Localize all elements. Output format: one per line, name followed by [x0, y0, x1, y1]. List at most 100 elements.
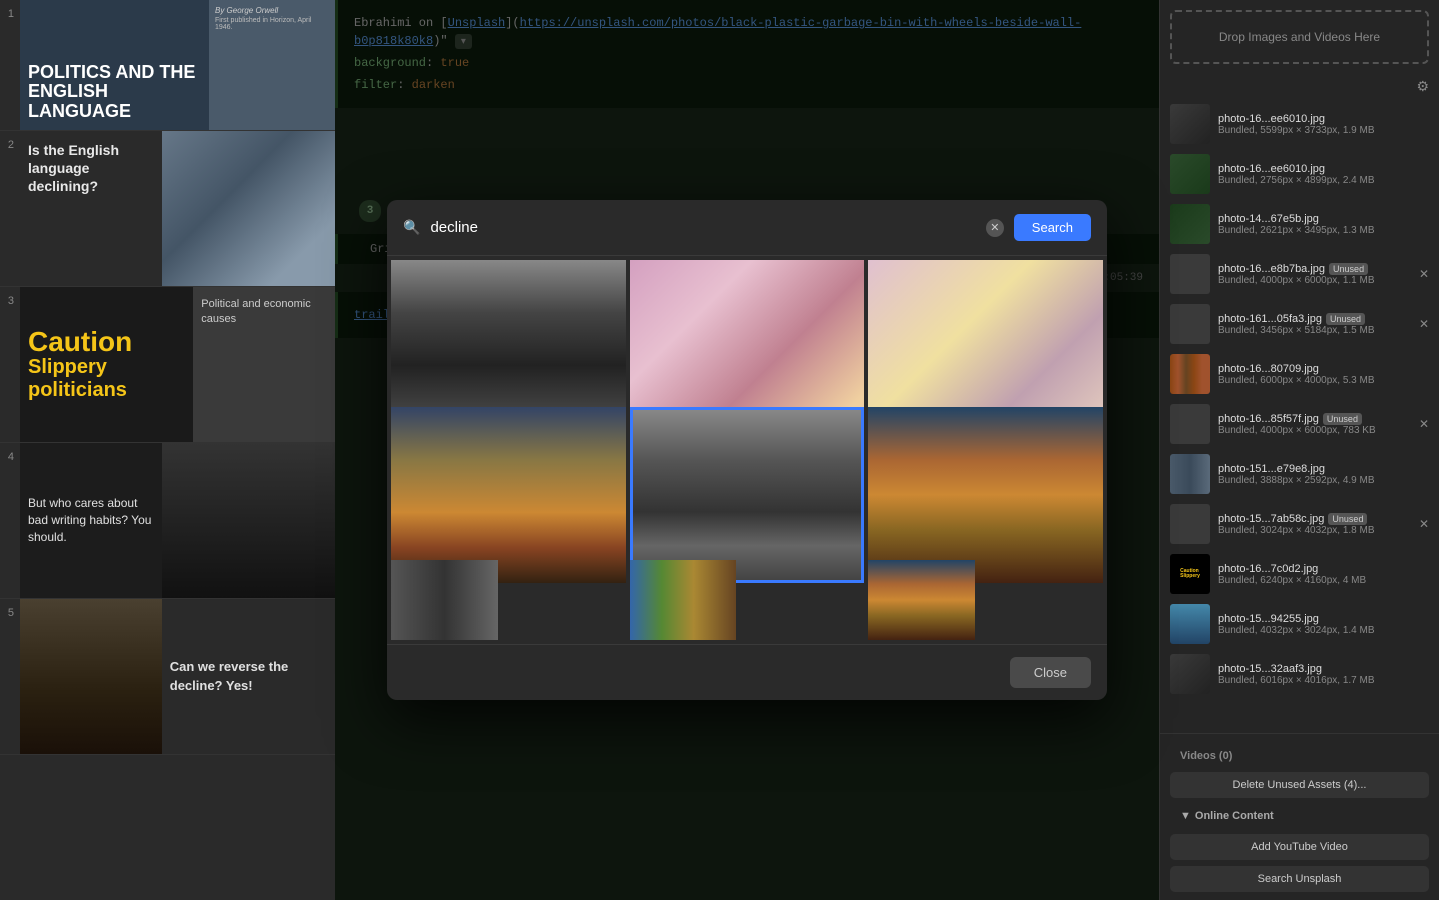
asset-name: photo-14...67e5b.jpg: [1218, 213, 1429, 225]
chevron-down-icon: ▼: [1180, 810, 1191, 822]
asset-info: photo-16...85f57f.jpg Unused Bundled, 40…: [1218, 413, 1411, 436]
modal-overlay: 🔍 ✕ Search: [335, 0, 1159, 900]
asset-info: photo-14...67e5b.jpg Bundled, 2621px × 3…: [1218, 213, 1429, 236]
online-content-label: Online Content: [1195, 810, 1274, 822]
asset-meta: Bundled, 6000px × 4000px, 5.3 MB: [1218, 375, 1429, 386]
asset-item[interactable]: photo-16...ee6010.jpg Bundled, 5599px × …: [1160, 99, 1439, 149]
slide-item[interactable]: 2 Is the English language declining?: [0, 131, 335, 287]
asset-meta: Bundled, 3888px × 2592px, 4.9 MB: [1218, 475, 1429, 486]
asset-name: photo-15...7ab58c.jpg Unused: [1218, 513, 1411, 525]
slide-item[interactable]: 3 Caution Slippery politicians Political…: [0, 287, 335, 443]
asset-info: photo-16...ee6010.jpg Bundled, 2756px × …: [1218, 163, 1429, 186]
asset-thumbnail: [1170, 154, 1210, 194]
asset-info: photo-15...32aaf3.jpg Bundled, 6016px × …: [1218, 663, 1429, 686]
search-modal: 🔍 ✕ Search: [387, 200, 1107, 700]
slide-preview: Caution Slippery politicians Political a…: [20, 287, 335, 442]
remove-asset-button[interactable]: ✕: [1419, 317, 1429, 331]
asset-info: photo-15...94255.jpg Bundled, 4032px × 3…: [1218, 613, 1429, 636]
grid-image-5[interactable]: [630, 407, 865, 583]
add-youtube-button[interactable]: Add YouTube Video: [1170, 834, 1429, 860]
slide-number: 4: [0, 443, 20, 598]
asset-name: photo-15...94255.jpg: [1218, 613, 1429, 625]
asset-name: photo-16...ee6010.jpg: [1218, 163, 1429, 175]
slide-preview: POLITICS AND THE ENGLISH LANGUAGE By Geo…: [20, 0, 335, 130]
drop-zone-text: Drop Images and Videos Here: [1219, 30, 1380, 44]
asset-thumbnail: [1170, 104, 1210, 144]
asset-name: photo-16...ee6010.jpg: [1218, 113, 1429, 125]
asset-info: photo-151...e79e8.jpg Bundled, 3888px × …: [1218, 463, 1429, 486]
remove-asset-button[interactable]: ✕: [1419, 417, 1429, 431]
slide-number: 5: [0, 599, 20, 754]
asset-meta: Bundled, 6016px × 4016px, 1.7 MB: [1218, 675, 1429, 686]
asset-meta: Bundled, 4000px × 6000px, 1.1 MB: [1218, 275, 1411, 286]
slide-text: Can we reverse the decline? Yes!: [170, 658, 327, 694]
asset-item[interactable]: photo-161...05fa3.jpg Unused Bundled, 34…: [1160, 299, 1439, 349]
asset-info: photo-16...e8b7ba.jpg Unused Bundled, 40…: [1218, 263, 1411, 286]
search-button[interactable]: Search: [1014, 214, 1091, 241]
asset-item[interactable]: photo-151...e79e8.jpg Bundled, 3888px × …: [1160, 449, 1439, 499]
slide-slippery-text: Slippery: [28, 356, 185, 379]
delete-unused-button[interactable]: Delete Unused Assets (4)...: [1170, 772, 1429, 798]
drop-zone[interactable]: Drop Images and Videos Here: [1170, 10, 1429, 64]
slide-politicians-text: politicians: [28, 379, 185, 402]
asset-item[interactable]: photo-16...e8b7ba.jpg Unused Bundled, 40…: [1160, 249, 1439, 299]
asset-info: photo-15...7ab58c.jpg Unused Bundled, 30…: [1218, 513, 1411, 536]
asset-meta: Bundled, 3024px × 4032px, 1.8 MB: [1218, 525, 1411, 536]
asset-thumbnail: [1170, 454, 1210, 494]
asset-thumbnail: [1170, 404, 1210, 444]
remove-asset-button[interactable]: ✕: [1419, 517, 1429, 531]
asset-meta: Bundled, 4032px × 3024px, 1.4 MB: [1218, 625, 1429, 636]
slide-published: First published in Horizon, April 1946.: [215, 17, 329, 31]
asset-item[interactable]: photo-16...85f57f.jpg Unused Bundled, 40…: [1160, 399, 1439, 449]
unused-badge: Unused: [1326, 313, 1365, 325]
unused-badge: Unused: [1329, 263, 1368, 275]
grid-image-4[interactable]: [391, 407, 626, 583]
asset-item[interactable]: photo-16...ee6010.jpg Bundled, 2756px × …: [1160, 149, 1439, 199]
remove-asset-button[interactable]: ✕: [1419, 267, 1429, 281]
search-icon: 🔍: [403, 219, 420, 236]
asset-name: photo-16...7c0d2.jpg: [1218, 563, 1429, 575]
slide-item[interactable]: 1 POLITICS AND THE ENGLISH LANGUAGE By G…: [0, 0, 335, 131]
grid-image-9[interactable]: [868, 560, 975, 640]
asset-meta: Bundled, 5599px × 3733px, 1.9 MB: [1218, 125, 1429, 136]
slide-subtitle: Political and economic causes: [201, 297, 327, 328]
videos-header-text: Videos (0): [1180, 750, 1232, 762]
asset-info: photo-16...7c0d2.jpg Bundled, 6240px × 4…: [1218, 563, 1429, 586]
online-content-header[interactable]: ▼ Online Content: [1170, 804, 1429, 828]
image-grid: [387, 256, 1107, 644]
slide-number: 2: [0, 131, 20, 286]
unused-badge: Unused: [1328, 513, 1367, 525]
slide-preview: But who cares about bad writing habits? …: [20, 443, 335, 598]
editor-panel: Ebrahimi on [Unsplash](https://unsplash.…: [335, 0, 1159, 900]
asset-meta: Bundled, 4000px × 6000px, 783 KB: [1218, 425, 1411, 436]
modal-footer: Close: [387, 644, 1107, 700]
asset-meta: Bundled, 6240px × 4160px, 4 MB: [1218, 575, 1429, 586]
asset-item[interactable]: photo-14...67e5b.jpg Bundled, 2621px × 3…: [1160, 199, 1439, 249]
grid-image-6[interactable]: [868, 407, 1103, 583]
unused-badge: Unused: [1323, 413, 1362, 425]
close-modal-button[interactable]: Close: [1010, 657, 1091, 688]
grid-image-8[interactable]: [630, 560, 737, 640]
grid-image-7[interactable]: [391, 560, 498, 640]
asset-item[interactable]: photo-15...94255.jpg Bundled, 4032px × 3…: [1160, 599, 1439, 649]
asset-thumbnail: CautionSlippery: [1170, 554, 1210, 594]
search-unsplash-button[interactable]: Search Unsplash: [1170, 866, 1429, 892]
videos-section-header: Videos (0): [1170, 742, 1429, 766]
asset-item[interactable]: photo-15...32aaf3.jpg Bundled, 6016px × …: [1160, 649, 1439, 699]
clear-search-button[interactable]: ✕: [986, 219, 1004, 237]
asset-name: photo-16...85f57f.jpg Unused: [1218, 413, 1411, 425]
slide-item[interactable]: 4 But who cares about bad writing habits…: [0, 443, 335, 599]
slide-preview: Is the English language declining?: [20, 131, 335, 286]
slide-item[interactable]: 5 Can we reverse the decline? Yes!: [0, 599, 335, 755]
assets-footer: Videos (0) Delete Unused Assets (4)... ▼…: [1160, 733, 1439, 900]
asset-item[interactable]: photo-16...80709.jpg Bundled, 6000px × 4…: [1160, 349, 1439, 399]
asset-thumbnail: [1170, 304, 1210, 344]
asset-item[interactable]: CautionSlippery photo-16...7c0d2.jpg Bun…: [1160, 549, 1439, 599]
slide-title: POLITICS AND THE ENGLISH LANGUAGE: [28, 63, 201, 122]
asset-name: photo-161...05fa3.jpg Unused: [1218, 313, 1411, 325]
asset-info: photo-161...05fa3.jpg Unused Bundled, 34…: [1218, 313, 1411, 336]
settings-button[interactable]: ⚙: [1416, 78, 1429, 95]
asset-info: photo-16...80709.jpg Bundled, 6000px × 4…: [1218, 363, 1429, 386]
asset-item[interactable]: photo-15...7ab58c.jpg Unused Bundled, 30…: [1160, 499, 1439, 549]
search-input[interactable]: [430, 219, 975, 236]
